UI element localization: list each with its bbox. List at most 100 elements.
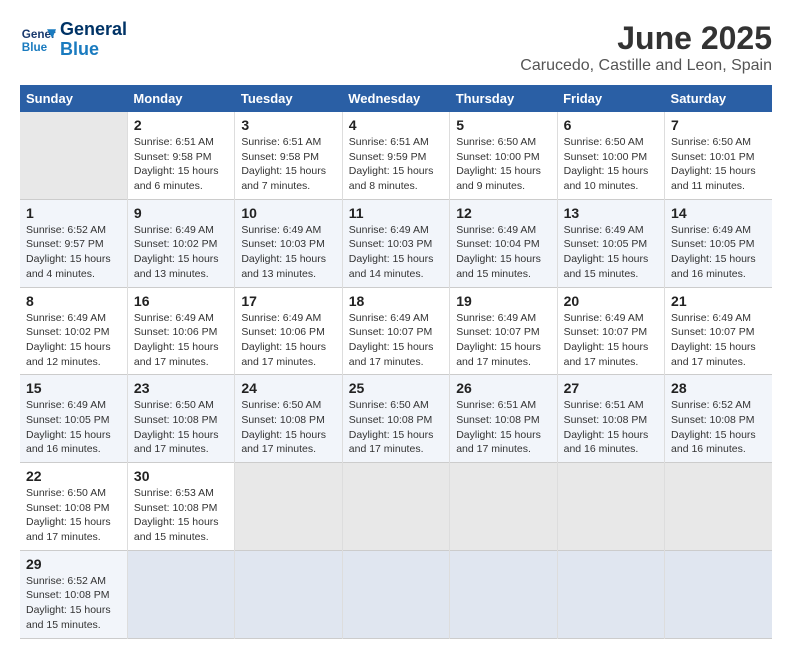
calendar-cell: 8 Sunrise: 6:49 AMSunset: 10:02 PMDayligh…	[20, 287, 127, 375]
day-number: 6	[564, 117, 658, 133]
day-number: 4	[349, 117, 443, 133]
calendar-cell: 9Sunrise: 6:49 AMSunset: 10:02 PMDayligh…	[127, 199, 234, 287]
day-info: Sunrise: 6:49 AMSunset: 10:05 PMDaylight…	[26, 398, 121, 457]
calendar-cell: 2 Sunrise: 6:51 AMSunset: 9:58 PMDaylight…	[127, 112, 234, 199]
day-info: Sunrise: 6:51 AMSunset: 10:08 PMDaylight…	[456, 398, 550, 457]
calendar-cell: 19 Sunrise: 6:49 AMSunset: 10:07 PMDaylig…	[450, 287, 557, 375]
day-info: Sunrise: 6:50 AMSunset: 10:00 PMDaylight…	[456, 135, 550, 194]
calendar-cell: 7 Sunrise: 6:50 AMSunset: 10:01 PMDayligh…	[665, 112, 772, 199]
calendar-cell	[20, 112, 127, 199]
calendar-cell	[342, 463, 449, 551]
day-info: Sunrise: 6:53 AMSunset: 10:08 PMDaylight…	[134, 486, 228, 545]
day-info: Sunrise: 6:49 AMSunset: 10:07 PMDaylight…	[564, 311, 658, 370]
day-number: 19	[456, 293, 550, 309]
logo-icon: General Blue	[20, 22, 56, 58]
calendar-cell: 27Sunrise: 6:51 AMSunset: 10:08 PMDaylig…	[557, 375, 664, 463]
calendar-cell	[450, 550, 557, 638]
day-info: Sunrise: 6:50 AMSunset: 10:01 PMDaylight…	[671, 135, 766, 194]
day-info: Sunrise: 6:49 AMSunset: 10:03 PMDaylight…	[349, 223, 443, 282]
calendar-cell: 24 Sunrise: 6:50 AMSunset: 10:08 PMDaylig…	[235, 375, 342, 463]
day-number: 7	[671, 117, 766, 133]
day-number: 13	[564, 205, 658, 221]
month-title: June 2025	[520, 20, 772, 57]
day-number: 30	[134, 468, 228, 484]
day-number: 10	[241, 205, 335, 221]
calendar-cell: 4 Sunrise: 6:51 AMSunset: 9:59 PMDaylight…	[342, 112, 449, 199]
calendar-cell: 16Sunrise: 6:49 AMSunset: 10:06 PMDaylig…	[127, 287, 234, 375]
day-info: Sunrise: 6:52 AMSunset: 9:57 PMDaylight:…	[26, 223, 121, 282]
calendar-cell	[450, 463, 557, 551]
day-info: Sunrise: 6:51 AMSunset: 9:59 PMDaylight:…	[349, 135, 443, 194]
header-cell-friday: Friday	[557, 85, 664, 112]
day-number: 14	[671, 205, 766, 221]
calendar-cell: 5Sunrise: 6:50 AMSunset: 10:00 PMDayligh…	[450, 112, 557, 199]
calendar-cell: 22Sunrise: 6:50 AMSunset: 10:08 PMDaylig…	[20, 463, 127, 551]
calendar-cell: 23 Sunrise: 6:50 AMSunset: 10:08 PMDaylig…	[127, 375, 234, 463]
calendar-cell: 10 Sunrise: 6:49 AMSunset: 10:03 PMDaylig…	[235, 199, 342, 287]
day-info: Sunrise: 6:51 AMSunset: 9:58 PMDaylight:…	[134, 135, 228, 194]
day-info: Sunrise: 6:50 AMSunset: 10:08 PMDaylight…	[349, 398, 443, 457]
day-info: Sunrise: 6:52 AMSunset: 10:08 PMDaylight…	[671, 398, 766, 457]
calendar-cell	[127, 550, 234, 638]
calendar-cell	[342, 550, 449, 638]
calendar-cell: 26Sunrise: 6:51 AMSunset: 10:08 PMDaylig…	[450, 375, 557, 463]
calendar-cell: 12Sunrise: 6:49 AMSunset: 10:04 PMDaylig…	[450, 199, 557, 287]
calendar-cell: 1Sunrise: 6:52 AMSunset: 9:57 PMDaylight…	[20, 199, 127, 287]
svg-text:Blue: Blue	[22, 41, 48, 54]
day-info: Sunrise: 6:50 AMSunset: 10:00 PMDaylight…	[564, 135, 658, 194]
calendar-cell: 13Sunrise: 6:49 AMSunset: 10:05 PMDaylig…	[557, 199, 664, 287]
page-header: General Blue General Blue June 2025 Caru…	[20, 20, 772, 75]
day-info: Sunrise: 6:49 AMSunset: 10:07 PMDaylight…	[671, 311, 766, 370]
header-cell-thursday: Thursday	[450, 85, 557, 112]
day-info: Sunrise: 6:49 AMSunset: 10:02 PMDaylight…	[134, 223, 228, 282]
day-number: 3	[241, 117, 335, 133]
header-cell-monday: Monday	[127, 85, 234, 112]
calendar-cell: 6 Sunrise: 6:50 AMSunset: 10:00 PMDayligh…	[557, 112, 664, 199]
day-info: Sunrise: 6:52 AMSunset: 10:08 PMDaylight…	[26, 574, 121, 633]
day-info: Sunrise: 6:49 AMSunset: 10:05 PMDaylight…	[671, 223, 766, 282]
day-number: 24	[241, 380, 335, 396]
day-number: 22	[26, 468, 121, 484]
week-row-1: 2 Sunrise: 6:51 AMSunset: 9:58 PMDaylight…	[20, 112, 772, 199]
day-number: 2	[134, 117, 228, 133]
day-number: 15	[26, 380, 121, 396]
calendar-cell	[665, 463, 772, 551]
week-row-5: 22Sunrise: 6:50 AMSunset: 10:08 PMDaylig…	[20, 463, 772, 551]
calendar-cell: 11Sunrise: 6:49 AMSunset: 10:03 PMDaylig…	[342, 199, 449, 287]
day-number: 8	[26, 293, 121, 309]
day-info: Sunrise: 6:49 AMSunset: 10:06 PMDaylight…	[241, 311, 335, 370]
calendar-cell	[557, 550, 664, 638]
title-area: June 2025 Carucedo, Castille and Leon, S…	[520, 20, 772, 75]
day-number: 17	[241, 293, 335, 309]
logo-text: General Blue	[60, 20, 127, 60]
week-row-4: 15 Sunrise: 6:49 AMSunset: 10:05 PMDaylig…	[20, 375, 772, 463]
day-info: Sunrise: 6:49 AMSunset: 10:07 PMDaylight…	[349, 311, 443, 370]
calendar-cell: 15 Sunrise: 6:49 AMSunset: 10:05 PMDaylig…	[20, 375, 127, 463]
day-info: Sunrise: 6:50 AMSunset: 10:08 PMDaylight…	[241, 398, 335, 457]
calendar-cell	[235, 550, 342, 638]
week-row-6: 29 Sunrise: 6:52 AMSunset: 10:08 PMDaylig…	[20, 550, 772, 638]
day-info: Sunrise: 6:49 AMSunset: 10:07 PMDaylight…	[456, 311, 550, 370]
week-row-3: 8 Sunrise: 6:49 AMSunset: 10:02 PMDayligh…	[20, 287, 772, 375]
day-number: 27	[564, 380, 658, 396]
day-number: 12	[456, 205, 550, 221]
calendar-cell: 20Sunrise: 6:49 AMSunset: 10:07 PMDaylig…	[557, 287, 664, 375]
location-title: Carucedo, Castille and Leon, Spain	[520, 57, 772, 75]
calendar-cell: 18Sunrise: 6:49 AMSunset: 10:07 PMDaylig…	[342, 287, 449, 375]
day-info: Sunrise: 6:49 AMSunset: 10:06 PMDaylight…	[134, 311, 228, 370]
calendar-cell: 30 Sunrise: 6:53 AMSunset: 10:08 PMDaylig…	[127, 463, 234, 551]
day-number: 28	[671, 380, 766, 396]
logo: General Blue General Blue	[20, 20, 127, 60]
calendar-cell: 29 Sunrise: 6:52 AMSunset: 10:08 PMDaylig…	[20, 550, 127, 638]
day-number: 23	[134, 380, 228, 396]
day-number: 29	[26, 556, 121, 572]
calendar-cell: 3 Sunrise: 6:51 AMSunset: 9:58 PMDaylight…	[235, 112, 342, 199]
week-row-2: 1Sunrise: 6:52 AMSunset: 9:57 PMDaylight…	[20, 199, 772, 287]
header-cell-wednesday: Wednesday	[342, 85, 449, 112]
day-info: Sunrise: 6:49 AMSunset: 10:03 PMDaylight…	[241, 223, 335, 282]
day-info: Sunrise: 6:50 AMSunset: 10:08 PMDaylight…	[134, 398, 228, 457]
calendar-cell: 17 Sunrise: 6:49 AMSunset: 10:06 PMDaylig…	[235, 287, 342, 375]
day-number: 21	[671, 293, 766, 309]
day-info: Sunrise: 6:49 AMSunset: 10:02 PMDaylight…	[26, 311, 121, 370]
day-info: Sunrise: 6:51 AMSunset: 9:58 PMDaylight:…	[241, 135, 335, 194]
